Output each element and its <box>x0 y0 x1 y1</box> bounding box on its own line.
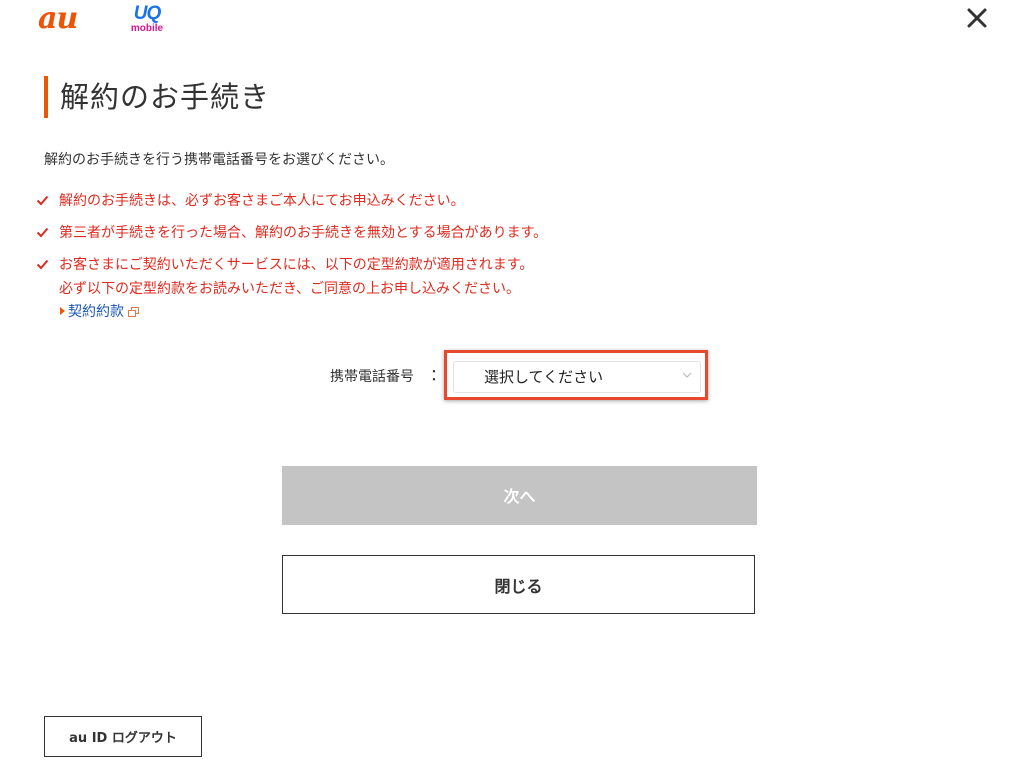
check-icon <box>36 227 49 238</box>
phone-number-select[interactable]: 選択してください <box>453 361 701 393</box>
notice-item: 第三者が手続きを行った場合、解約のお手続きを無効とする場合があります。 <box>36 221 547 245</box>
notice-text: お客さまにご契約いただくサービスには、以下の定型約款が適用されます。 <box>59 257 534 273</box>
next-button[interactable]: 次へ <box>282 466 757 525</box>
terms-link[interactable]: 契約約款 <box>60 301 139 323</box>
notice-item: 解約のお手続きは、必ずお客さまご本人にてお申込みください。 <box>36 189 547 213</box>
phone-number-select-highlight: 選択してください <box>444 350 708 400</box>
uq-logo-text: UQ <box>133 3 162 24</box>
page: au UQ mobile 解約のお手続き 解約のお手続きを行う携帯電話番号をお選… <box>0 0 1010 774</box>
page-title-block: 解約のお手続き <box>44 76 270 118</box>
notice-text: 第三者が手続きを行った場合、解約のお手続きを無効とする場合があります。 <box>59 225 548 241</box>
notice-list: 解約のお手続きは、必ずお客さまご本人にてお申込みください。 第三者が手続きを行っ… <box>36 189 547 309</box>
notice-item: お客さまにご契約いただくサービスには、以下の定型約款が適用されます。 必ず以下の… <box>36 253 547 301</box>
check-icon <box>36 259 49 270</box>
au-logo: au <box>38 1 78 36</box>
logout-button[interactable]: au ID ログアウト <box>44 716 202 757</box>
close-button[interactable]: 閉じる <box>282 555 755 614</box>
terms-link-label: 契約約款 <box>68 304 124 320</box>
phone-number-label: 携帯電話番号 <box>330 369 414 385</box>
close-icon[interactable] <box>963 4 991 32</box>
page-title: 解約のお手続き <box>60 80 271 114</box>
notice-text-line2: 必ず以下の定型約款をお読みいただき、ご同意の上お申し込みください。 <box>59 281 521 297</box>
intro-text: 解約のお手続きを行う携帯電話番号をお選びください。 <box>44 152 394 168</box>
arrow-right-icon <box>60 307 65 315</box>
notice-text: 解約のお手続きは、必ずお客さまご本人にてお申込みください。 <box>59 193 465 209</box>
select-value: 選択してください <box>484 368 604 386</box>
check-icon <box>36 195 49 206</box>
external-link-icon <box>128 307 139 317</box>
uq-logo-subtext: mobile <box>130 23 164 34</box>
chevron-down-icon <box>682 372 692 378</box>
uq-mobile-logo: UQ mobile <box>125 3 169 37</box>
